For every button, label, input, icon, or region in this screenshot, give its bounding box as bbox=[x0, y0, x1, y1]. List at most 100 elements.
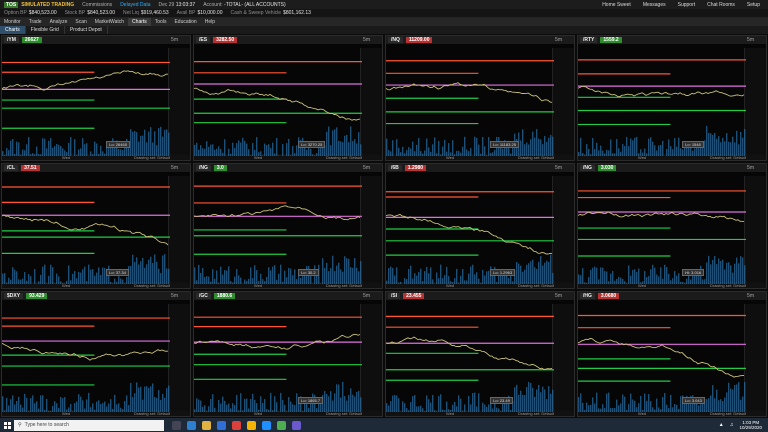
price-axis[interactable] bbox=[744, 48, 766, 154]
price-axis[interactable] bbox=[360, 48, 382, 154]
chart-panel[interactable]: /YM 26627 5m Wed Drawing set: Default Lo: 264… bbox=[1, 35, 191, 161]
chrome-icon[interactable] bbox=[247, 420, 256, 430]
symbol-field[interactable]: /NG bbox=[580, 165, 595, 171]
price-axis[interactable] bbox=[744, 176, 766, 282]
price-axis[interactable] bbox=[360, 304, 382, 410]
menu-analyze[interactable]: Analyze bbox=[46, 18, 72, 26]
symbol-field[interactable]: /HG bbox=[580, 293, 595, 299]
menu-help[interactable]: Help bbox=[201, 18, 219, 26]
thinkorswim-icon[interactable] bbox=[277, 420, 286, 430]
chat-rooms-link[interactable]: Chat Rooms bbox=[707, 2, 735, 8]
menu-monitor[interactable]: Monitor bbox=[0, 18, 25, 26]
price-axis[interactable] bbox=[168, 176, 190, 282]
price-chart[interactable] bbox=[386, 304, 554, 412]
volume-icon[interactable]: ♫ bbox=[730, 422, 734, 428]
symbol-field[interactable]: /NQ bbox=[388, 37, 403, 43]
timeframe-selector[interactable]: 5m bbox=[171, 293, 190, 299]
price-axis[interactable] bbox=[168, 48, 190, 154]
menu-charts[interactable]: Charts bbox=[128, 18, 151, 26]
price-chart[interactable] bbox=[386, 48, 554, 156]
chart-panel[interactable]: /NG 3.030 5m Wed Drawing set: Default Hi: 3.0… bbox=[577, 163, 767, 289]
symbol-field[interactable]: /6B bbox=[388, 165, 402, 171]
menu-scan[interactable]: Scan bbox=[71, 18, 90, 26]
app-icon[interactable] bbox=[262, 420, 271, 430]
timeframe-selector[interactable]: 5m bbox=[171, 37, 190, 43]
mail-icon[interactable] bbox=[232, 420, 241, 430]
network-icon[interactable]: ▲ bbox=[719, 422, 724, 428]
chart-panel[interactable]: /NQ 11209.00 5m Wed Drawing set: Default Lo: … bbox=[385, 35, 575, 161]
app-icon-2[interactable] bbox=[292, 420, 301, 430]
timeframe-selector[interactable]: 5m bbox=[555, 37, 574, 43]
symbol-field[interactable]: /SI bbox=[388, 293, 401, 299]
edge-icon[interactable] bbox=[187, 420, 196, 430]
chart-panel[interactable]: /GC 1880.6 5m Wed Drawing set: Default Lo: 18… bbox=[193, 291, 383, 417]
volume-bar bbox=[344, 396, 346, 412]
taskbar-clock[interactable]: 1:03 PM 10/29/2020 bbox=[739, 420, 762, 430]
windows-start-button[interactable] bbox=[0, 418, 14, 432]
home-link[interactable]: Home Sweet bbox=[602, 2, 631, 8]
menu-trade[interactable]: Trade bbox=[25, 18, 46, 26]
timeframe-selector[interactable]: 5m bbox=[363, 165, 382, 171]
account-selector[interactable]: Account: -TOTAL- (ALL ACCOUNTS) bbox=[203, 2, 285, 8]
timeframe-selector[interactable]: 5m bbox=[171, 165, 190, 171]
menu-education[interactable]: Education bbox=[170, 18, 200, 26]
symbol-field[interactable]: /YM bbox=[4, 37, 19, 43]
price-chart[interactable] bbox=[2, 176, 170, 284]
price-axis[interactable] bbox=[168, 304, 190, 410]
file-explorer-icon[interactable] bbox=[202, 420, 211, 430]
chart-panel[interactable]: /RTY 1559.2 5m Wed Drawing set: Default Lo: 1… bbox=[577, 35, 767, 161]
chart-panel[interactable]: /SI 23.455 5m Wed Drawing set: Default Lo: 23… bbox=[385, 291, 575, 417]
price-chart[interactable] bbox=[194, 304, 362, 412]
timeframe-selector[interactable]: 5m bbox=[363, 293, 382, 299]
symbol-field[interactable]: /NG bbox=[196, 165, 211, 171]
volume-bar bbox=[624, 281, 626, 284]
price-axis[interactable] bbox=[552, 176, 574, 282]
timeframe-selector[interactable]: 5m bbox=[747, 293, 766, 299]
taskbar-search-input[interactable]: ⚲ Type here to search bbox=[14, 419, 164, 431]
price-axis[interactable] bbox=[552, 304, 574, 410]
price-chart[interactable] bbox=[2, 304, 170, 412]
setup-link[interactable]: Setup bbox=[747, 2, 760, 8]
volume-bar bbox=[118, 149, 120, 156]
price-chart[interactable] bbox=[386, 176, 554, 284]
volume-bar bbox=[6, 148, 8, 156]
chart-panel[interactable]: /NG 3.0 5m Wed Drawing set: Default Lo: 30.2 bbox=[193, 163, 383, 289]
chart-panel[interactable]: /ES 3282.50 5m Wed Drawing set: Default Lo: 3… bbox=[193, 35, 383, 161]
messages-link[interactable]: Messages bbox=[643, 2, 666, 8]
price-chart[interactable] bbox=[194, 48, 362, 156]
support-link[interactable]: Support bbox=[678, 2, 696, 8]
price-axis[interactable] bbox=[744, 304, 766, 410]
menu-tools[interactable]: Tools bbox=[151, 18, 171, 26]
price-chart[interactable] bbox=[578, 304, 746, 412]
timeframe-selector[interactable]: 5m bbox=[747, 37, 766, 43]
price-axis[interactable] bbox=[552, 48, 574, 154]
tab-product-depot[interactable]: Product Depot bbox=[65, 26, 108, 34]
store-icon[interactable] bbox=[217, 420, 226, 430]
chart-panel[interactable]: /CL 37.51 5m Wed Drawing set: Default Lo: 37.… bbox=[1, 163, 191, 289]
menu-marketwatch[interactable]: MarketWatch bbox=[91, 18, 128, 26]
tab-charts[interactable]: Charts bbox=[0, 26, 26, 34]
task-view-icon[interactable] bbox=[172, 420, 181, 430]
price-chart[interactable] bbox=[2, 48, 170, 156]
timeframe-selector[interactable]: 5m bbox=[747, 165, 766, 171]
symbol-field[interactable]: $DXY bbox=[4, 293, 24, 299]
timeframe-selector[interactable]: 5m bbox=[555, 293, 574, 299]
symbol-field[interactable]: /CL bbox=[4, 165, 19, 171]
symbol-field[interactable]: /RTY bbox=[580, 37, 598, 43]
chart-panel[interactable]: /6B 1.2980 5m Wed Drawing set: Default Lo: 1.… bbox=[385, 163, 575, 289]
price-chart[interactable] bbox=[578, 176, 746, 284]
price-chart[interactable] bbox=[578, 48, 746, 156]
timeframe-selector[interactable]: 5m bbox=[555, 165, 574, 171]
tab-flexible-grid[interactable]: Flexible Grid bbox=[26, 26, 65, 34]
symbol-field[interactable]: /GC bbox=[196, 293, 211, 299]
price-axis[interactable] bbox=[360, 176, 382, 282]
volume-bar bbox=[484, 404, 486, 412]
price-chart[interactable] bbox=[194, 176, 362, 284]
volume-bar bbox=[346, 400, 348, 412]
volume-bar bbox=[390, 151, 392, 156]
volume-bar bbox=[52, 405, 54, 412]
chart-panel[interactable]: $DXY 93.429 5m Wed Drawing set: Default bbox=[1, 291, 191, 417]
timeframe-selector[interactable]: 5m bbox=[363, 37, 382, 43]
symbol-field[interactable]: /ES bbox=[196, 37, 211, 43]
chart-panel[interactable]: /HG 3.0680 5m Wed Drawing set: Default Lo: 3.… bbox=[577, 291, 767, 417]
